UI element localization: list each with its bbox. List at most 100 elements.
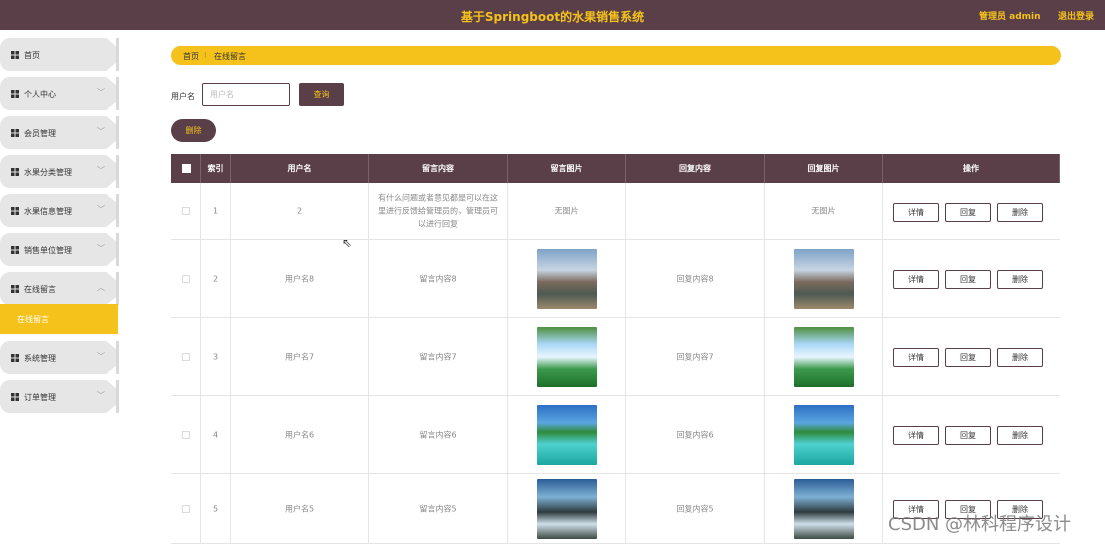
landscape-image[interactable]: [536, 248, 597, 309]
username-search-input[interactable]: [202, 83, 290, 106]
sidebar-item-2[interactable]: 个人中心 ﹀: [0, 77, 118, 110]
cell-text: 3: [212, 352, 219, 361]
detail-button[interactable]: 详情: [893, 270, 939, 289]
landscape-image[interactable]: [793, 478, 854, 539]
sidebar-item-9[interactable]: 订单管理 ﹀: [0, 380, 118, 413]
cell-text: 1: [212, 206, 219, 216]
sidebar-item-4[interactable]: 水果分类管理 ﹀: [0, 155, 118, 188]
column-header[interactable]: 回复图片: [765, 154, 883, 183]
sidebar-item-label: 销售单位管理: [24, 246, 72, 255]
column-header[interactable]: 回复内容: [626, 154, 765, 183]
cell-username: 2: [231, 183, 369, 239]
column-header[interactable]: 用户名: [231, 154, 369, 183]
sidebar-member-icon: [10, 128, 20, 138]
landscape-image[interactable]: [536, 326, 597, 387]
breadcrumb-home[interactable]: 首页: [183, 51, 199, 62]
app-title: 基于Springboot的水果销售系统: [460, 10, 645, 24]
breadcrumb-current: 在线留言: [214, 52, 246, 61]
sidebar-item-3[interactable]: 会员管理 ﹀: [0, 116, 118, 149]
sidebar-item-5[interactable]: 水果信息管理 ﹀: [0, 194, 118, 227]
mouse-cursor-icon: ⇖: [342, 236, 353, 250]
table-row: 1 2 有什么问题或者意见都是可以在这里进行反馈给管理员的，管理员可以进行回复 无图片…: [171, 183, 1060, 240]
chevron-up-icon: ︿: [97, 283, 105, 292]
sidebar-item-1[interactable]: 首页: [0, 38, 118, 71]
sidebar-edge: [116, 233, 119, 266]
bulk-delete-button[interactable]: 删除: [171, 119, 216, 142]
landscape-image[interactable]: [536, 404, 597, 465]
cell-text: 回复内容7: [676, 352, 714, 361]
detail-button[interactable]: 详情: [893, 348, 939, 367]
cell-text: 留言内容6: [419, 430, 457, 439]
select-all-checkbox[interactable]: [182, 164, 191, 173]
cell-text: 有什么问题或者意见都是可以在这里进行反馈给管理员的，管理员可以进行回复: [378, 193, 498, 229]
landscape-image[interactable]: [793, 404, 854, 465]
search-button[interactable]: 查询: [299, 83, 344, 106]
column-header[interactable]: 留言图片: [508, 154, 626, 183]
row-checkbox[interactable]: [182, 352, 190, 361]
landscape-image[interactable]: [536, 478, 597, 539]
cell-image: [508, 240, 626, 317]
sidebar-edge: [116, 194, 119, 227]
sidebar-subitem-label: 在线留言: [17, 315, 49, 324]
landscape-image[interactable]: [793, 326, 854, 387]
sidebar-item-8[interactable]: 系统管理 ﹀: [0, 341, 118, 374]
reply-button[interactable]: 回复: [945, 202, 991, 222]
cell-username: 用户名7: [231, 318, 369, 395]
sidebar-edge: [116, 380, 119, 413]
cell-username: 用户名5: [231, 474, 369, 543]
cell-username: 用户名8: [231, 240, 369, 317]
cell-reply-image: 无图片: [765, 183, 883, 239]
delete-button[interactable]: 删除: [997, 426, 1043, 445]
delete-button[interactable]: 删除: [997, 348, 1043, 367]
cell-text: 留言内容5: [419, 504, 457, 513]
cell-text: 无图片: [554, 206, 579, 216]
column-header[interactable]: 操作: [883, 154, 1060, 183]
logout-link[interactable]: 退出登录: [1058, 9, 1094, 22]
row-select-cell: [171, 240, 201, 317]
detail-button[interactable]: 详情: [893, 426, 939, 445]
sidebar-edge: [116, 77, 119, 110]
sidebar-item-label: 订单管理: [24, 393, 56, 402]
cell-text: 2: [212, 274, 219, 283]
sidebar-user-icon: [10, 353, 20, 363]
reply-button[interactable]: 回复: [945, 426, 991, 445]
cell-image: [508, 318, 626, 395]
cell-index: 5: [201, 474, 231, 543]
reply-button[interactable]: 回复: [945, 270, 991, 289]
delete-button[interactable]: 删除: [997, 202, 1043, 222]
sidebar-item-label: 水果分类管理: [24, 168, 72, 177]
sidebar-subitem-messages[interactable]: 在线留言: [0, 304, 118, 334]
cell-reply: 回复内容6: [626, 396, 765, 473]
cell-reply: 回复内容8: [626, 240, 765, 317]
chevron-down-icon: ﹀: [97, 205, 105, 214]
sidebar-item-7[interactable]: 在线留言 ︿: [0, 272, 118, 305]
row-select-cell: [171, 396, 201, 473]
sidebar-item-6[interactable]: 销售单位管理 ﹀: [0, 233, 118, 266]
cell-content: 留言内容7: [369, 318, 508, 395]
detail-button[interactable]: 详情: [893, 202, 939, 222]
column-header[interactable]: 索引: [201, 154, 231, 183]
cell-content: 留言内容8: [369, 240, 508, 317]
cell-index: 1: [201, 183, 231, 239]
admin-label: 管理员 admin: [979, 12, 1041, 22]
row-checkbox[interactable]: [182, 430, 190, 439]
row-checkbox[interactable]: [182, 504, 190, 513]
sidebar-document-icon: [10, 206, 20, 216]
delete-button[interactable]: 删除: [997, 270, 1043, 289]
column-header[interactable]: 留言内容: [369, 154, 508, 183]
reply-button[interactable]: 回复: [945, 348, 991, 367]
sidebar-item-label: 个人中心: [24, 90, 56, 99]
cell-content: 留言内容5: [369, 474, 508, 543]
row-select-cell: [171, 474, 201, 543]
cell-text: 留言内容8: [419, 274, 457, 283]
row-checkbox[interactable]: [182, 207, 190, 215]
row-checkbox[interactable]: [182, 274, 190, 283]
chevron-down-icon: ﹀: [97, 244, 105, 253]
table-row: 4 用户名6 留言内容6 回复内容6 详情 回复 删除: [171, 396, 1060, 474]
sidebar-edge: [116, 116, 119, 149]
cell-text: 回复内容6: [676, 430, 714, 439]
breadcrumb-separator: ⁝: [204, 51, 207, 60]
breadcrumb: 首页 ⁝ 在线留言: [171, 46, 1061, 65]
cell-reply-image: [765, 318, 883, 395]
landscape-image[interactable]: [793, 248, 854, 309]
